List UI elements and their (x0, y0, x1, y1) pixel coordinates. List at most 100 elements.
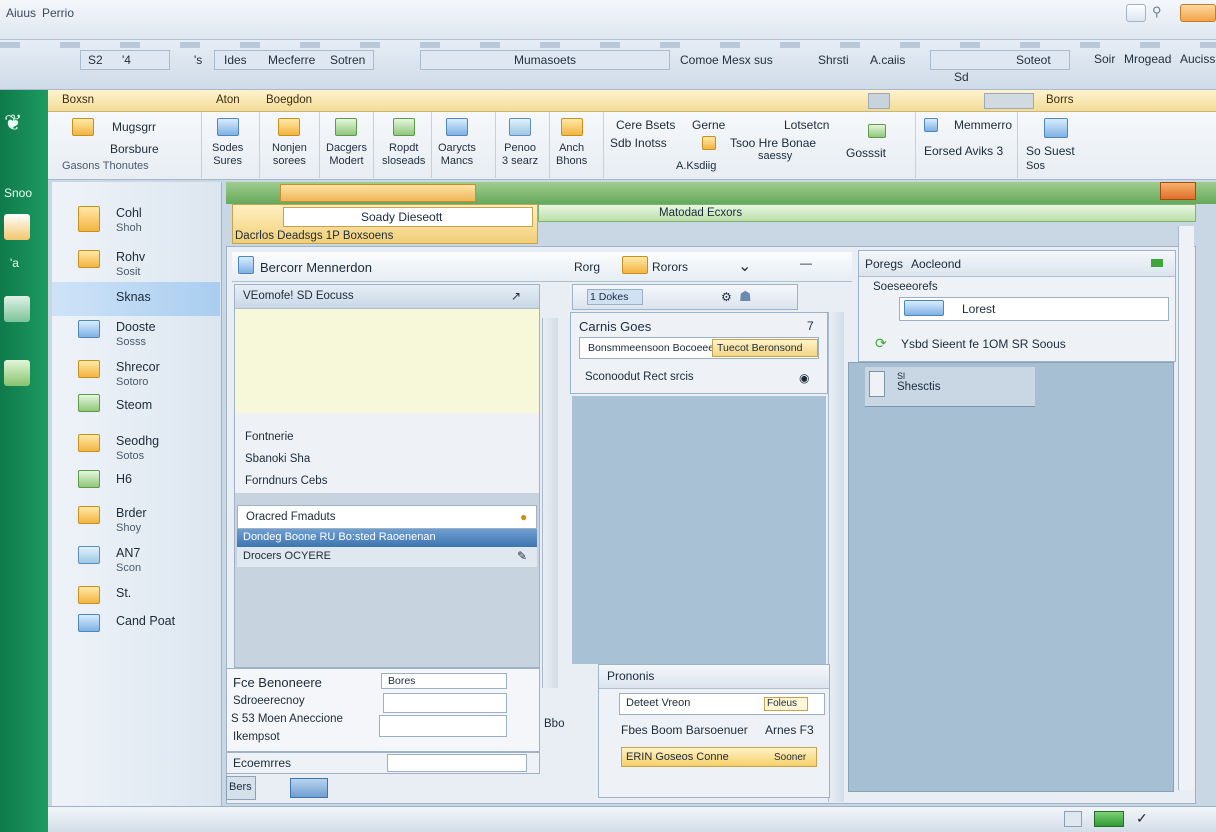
dash-icon[interactable]: — (800, 256, 812, 270)
menu-item[interactable]: Mecferre (268, 53, 315, 67)
menu-item[interactable]: A.caiis (870, 53, 905, 67)
ribbon-label[interactable]: Tsoo Hre Bonae (730, 136, 816, 150)
ribbon-label[interactable]: Borsbure (110, 142, 159, 156)
ribbon-button[interactable]: Penoo 3 searz (502, 118, 538, 168)
header-label[interactable]: Rorg (574, 260, 600, 274)
nav-item[interactable]: AN7 Scon (52, 538, 220, 582)
prop-chip[interactable]: Foleus (764, 697, 808, 711)
ribbon-button[interactable]: Ropdt sloseads (382, 118, 425, 168)
nav-item-selected[interactable]: Sknas (52, 282, 220, 316)
menu-item[interactable]: Sd (954, 70, 969, 84)
menu-item[interactable]: Soir (1094, 52, 1115, 66)
doc-tab-2-label[interactable]: Matodad Ecxors (659, 207, 742, 219)
user-icon[interactable]: ☗ (739, 288, 752, 305)
ribbon-button[interactable]: Nonjen sorees (272, 118, 307, 168)
radio-icon[interactable]: ◉ (799, 371, 809, 385)
left-scrollbar[interactable] (542, 318, 558, 688)
ribbon-label[interactable]: Mugsgrr (112, 120, 156, 134)
header-label-2[interactable]: Rorors (652, 260, 688, 274)
mid-search-field[interactable]: 1 Dokes (587, 289, 643, 305)
ribbon-button[interactable]: Dacgers Modert (326, 118, 367, 168)
right-item[interactable]: Shesctis Sl (865, 367, 1035, 407)
ribbon-label[interactable]: So Suest (1026, 144, 1075, 158)
status-box[interactable]: Bers (226, 776, 256, 800)
close-button[interactable] (1180, 4, 1216, 22)
settings-icon[interactable]: ⚙ (721, 290, 732, 304)
ribbon-label[interactable]: A.Ksdiig (676, 160, 716, 172)
prop-highlight[interactable]: ERIN Goseos Conne Sooner (621, 747, 817, 767)
chevron-down-icon[interactable]: ⌄ (738, 256, 751, 276)
check-icon[interactable]: ✓ (1136, 810, 1148, 827)
ribbon-label[interactable]: Eorsed Aviks 3 (924, 144, 1003, 158)
ribbon-label[interactable]: saessy (758, 150, 792, 162)
status-button[interactable] (290, 778, 328, 798)
doc-tab-label[interactable]: Soady Dieseott (361, 210, 442, 224)
pin-icon[interactable]: ⚲ (1152, 4, 1172, 22)
arrow-icon[interactable]: ↗ (511, 289, 521, 303)
ribbon-label[interactable]: Lotsetcn (784, 118, 829, 132)
ribbon-tab[interactable]: Boxsn (62, 94, 94, 106)
folder-icon[interactable] (622, 256, 648, 274)
menu-item[interactable]: S2 (88, 53, 103, 67)
ribbon-scroll-box[interactable] (868, 93, 890, 109)
nav-item[interactable]: Dooste Sosss (52, 312, 220, 356)
doc-close-button[interactable] (1160, 182, 1196, 200)
ribbon-button[interactable]: Oarycts Mancs (438, 118, 476, 168)
menu-item[interactable]: Soteot (1016, 53, 1051, 67)
menu-item[interactable]: Sotren (330, 53, 365, 67)
prop-field-1[interactable]: Deteet Vreon Foleus (619, 693, 825, 715)
nav-item[interactable]: Brder Shoy (52, 498, 220, 542)
menu-item[interactable]: Ides (224, 53, 247, 67)
combo-field[interactable]: Bores (381, 673, 507, 689)
mid-field[interactable]: Bonsmmeensoon Bocoeee Tuecot Beronsond (579, 337, 819, 359)
document-icon[interactable] (4, 214, 30, 240)
nav-item[interactable]: Cand Poat (52, 606, 220, 650)
ribbon-label[interactable]: Sdb Inotss (610, 136, 667, 150)
menu-item[interactable]: 's (194, 53, 202, 67)
zoom-button[interactable] (1094, 811, 1124, 827)
menu-item[interactable]: Comoe Mesx sus (680, 53, 773, 67)
menu-item[interactable]: Mrogead (1124, 52, 1171, 66)
menu-item[interactable]: Shrsti (818, 53, 849, 67)
view-button[interactable] (1064, 811, 1082, 827)
minimize-button[interactable] (1126, 4, 1146, 22)
list-row-selected[interactable]: Dondeg Boone RU Bo:sted Raoenenan (237, 529, 537, 547)
left-search-label[interactable]: VEomofe! SD Eocuss (243, 290, 354, 302)
text-field[interactable] (379, 715, 507, 737)
ribbon-label[interactable]: Gerne (692, 118, 725, 132)
right-scrollbar[interactable] (1178, 226, 1194, 790)
ribbon-tab[interactable]: Boegdon (266, 94, 312, 106)
ribbon-tab[interactable]: Aton (216, 94, 240, 106)
ribbon-label[interactable]: Sos (1026, 160, 1045, 172)
doc-tab-2[interactable]: Matodad Ecxors (538, 204, 1196, 222)
mid-field-chip[interactable]: Tuecot Beronsond (712, 339, 818, 357)
mid-scrollbar[interactable] (828, 312, 844, 802)
ribbon-item[interactable] (72, 118, 94, 142)
doc-tab-active[interactable] (280, 184, 476, 202)
text-field[interactable] (383, 693, 507, 713)
right-tab[interactable]: Poregs (865, 257, 903, 271)
ribbon-box[interactable] (984, 93, 1034, 109)
filter-icon[interactable] (868, 124, 886, 138)
lightbulb-icon[interactable]: ● (520, 510, 527, 524)
footer-field[interactable] (387, 754, 527, 772)
list-row[interactable]: Drocers OCYERE ✎ (237, 547, 537, 567)
checkbox-icon[interactable] (702, 136, 716, 150)
menu-item[interactable]: Auciss (1180, 52, 1215, 66)
menu-item[interactable]: '4 (122, 53, 131, 67)
grid-icon[interactable] (4, 296, 30, 322)
ribbon-button[interactable]: Sodes Sures (212, 118, 243, 168)
ribbon-tab[interactable]: Borrs (1046, 94, 1073, 106)
edit-icon[interactable]: ✎ (517, 549, 527, 563)
leaf-icon[interactable]: ❦ (4, 110, 24, 150)
ribbon-label[interactable]: Gosssit (846, 146, 886, 160)
right-field[interactable]: Lorest (899, 297, 1169, 321)
ribbon-label[interactable]: Memmerro (954, 118, 1012, 132)
nav-item[interactable]: Steom (52, 386, 220, 430)
refresh-icon[interactable]: ⟳ (875, 335, 887, 352)
menu-item[interactable]: Mumasoets (514, 53, 576, 67)
nav-item[interactable]: Cohl Shoh (52, 198, 220, 242)
chart-icon[interactable] (4, 360, 30, 386)
ribbon-button[interactable]: Anch Bhons (556, 118, 587, 168)
export-icon[interactable] (1044, 118, 1068, 138)
